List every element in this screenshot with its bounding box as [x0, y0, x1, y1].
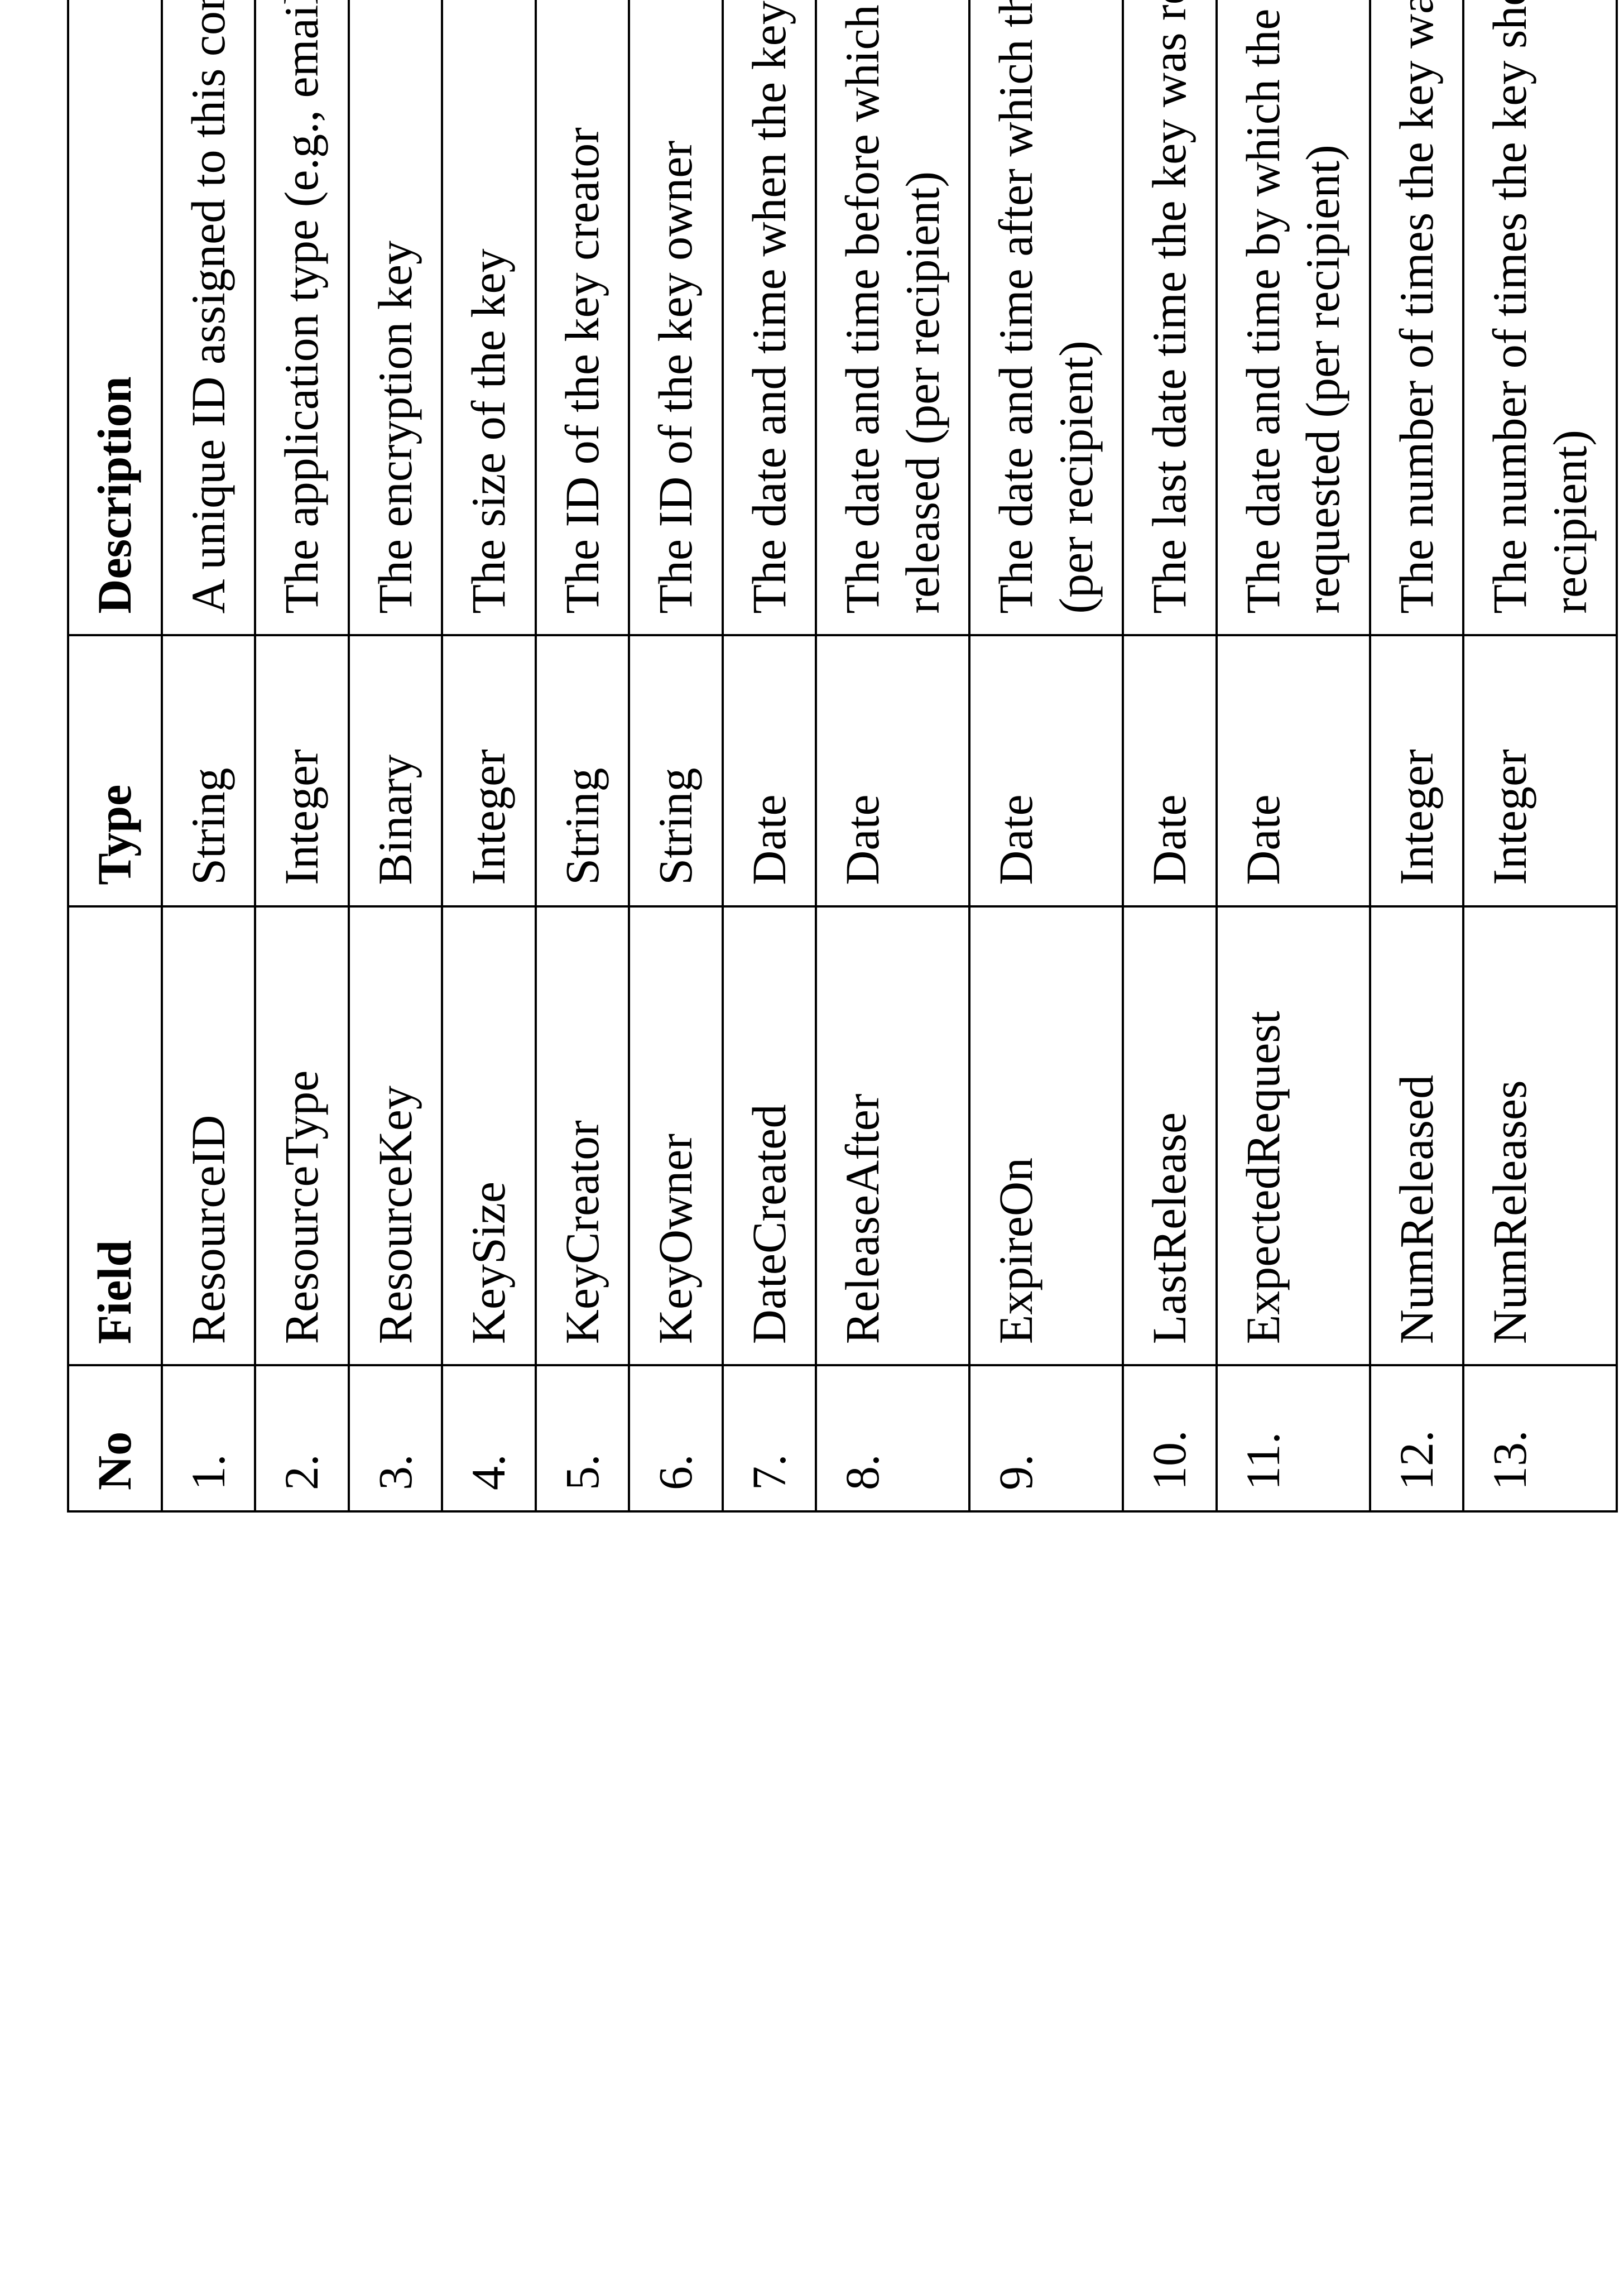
- table-row: 8. ReleaseAfter Date The date and time b…: [816, 0, 969, 1511]
- header-description: Description: [68, 0, 162, 635]
- cell-no: 5.: [536, 1365, 630, 1511]
- cell-description: The ID of the key creator: [536, 0, 630, 635]
- cell-description: A unique ID assigned to this communicati…: [162, 0, 256, 635]
- cell-no: 4.: [442, 1365, 536, 1511]
- table-row: 1. ResourceID String A unique ID assigne…: [162, 0, 256, 1511]
- table-row: 6. KeyOwner String The ID of the key own…: [629, 0, 723, 1511]
- table-row: 7. DateCreated Date The date and time wh…: [723, 0, 816, 1511]
- cell-no: 11.: [1217, 1365, 1370, 1511]
- cell-type: String: [536, 635, 630, 906]
- cell-field: ResourceKey: [349, 906, 443, 1366]
- cell-no: 9.: [969, 1365, 1123, 1511]
- table-row: 4. KeySize Integer The size of the key: [442, 0, 536, 1511]
- header-no: No: [68, 1365, 162, 1511]
- cell-type: Integer: [1463, 635, 1617, 906]
- cell-description: The number of times the key was released…: [1370, 0, 1464, 635]
- cell-description: The ID of the key owner: [629, 0, 723, 635]
- cell-type: String: [162, 635, 256, 906]
- cell-field: NumReleased: [1370, 906, 1464, 1366]
- table-row: 9. ExpireOn Date The date and time after…: [969, 0, 1123, 1511]
- cell-no: 6.: [629, 1365, 723, 1511]
- table-row: 2. ResourceType Integer The application …: [255, 0, 349, 1511]
- cell-description: The application type (e.g., email, insta…: [255, 0, 349, 635]
- cell-description: The size of the key: [442, 0, 536, 635]
- table-header-row: No Field Type Description: [68, 0, 162, 1511]
- cell-type: Integer: [442, 635, 536, 906]
- cell-type: Integer: [255, 635, 349, 906]
- cell-no: 8.: [816, 1365, 969, 1511]
- cell-type: Date: [969, 635, 1123, 906]
- cell-no: 7.: [723, 1365, 816, 1511]
- cell-field: ReleaseAfter: [816, 906, 969, 1366]
- cell-field: DateCreated: [723, 906, 816, 1366]
- cell-type: Date: [1123, 635, 1217, 906]
- cell-field: KeyOwner: [629, 906, 723, 1366]
- fields-table: No Field Type Description 1. ResourceID …: [67, 0, 1618, 1513]
- cell-field: LastRelease: [1123, 906, 1217, 1366]
- cell-type: Date: [723, 635, 816, 906]
- cell-description: The date and time before which the key s…: [816, 0, 969, 635]
- table-row: 5. KeyCreator String The ID of the key c…: [536, 0, 630, 1511]
- cell-field: ExpectedRequest: [1217, 906, 1370, 1366]
- cell-description: The date and time after which the key sh…: [969, 0, 1123, 635]
- cell-field: ResourceType: [255, 906, 349, 1366]
- cell-field: KeyCreator: [536, 906, 630, 1366]
- cell-type: Binary: [349, 635, 443, 906]
- cell-type: Integer: [1370, 635, 1464, 906]
- table-row: 11. ExpectedRequest Date The date and ti…: [1217, 0, 1370, 1511]
- cell-no: 13.: [1463, 1365, 1617, 1511]
- header-type: Type: [68, 635, 162, 906]
- table-row: 10. LastRelease Date The last date time …: [1123, 0, 1217, 1511]
- cell-field: KeySize: [442, 906, 536, 1366]
- header-field: Field: [68, 906, 162, 1366]
- cell-field: ExpireOn: [969, 906, 1123, 1366]
- cell-description: The date and time when the key was creat…: [723, 0, 816, 635]
- cell-description: The encryption key: [349, 0, 443, 635]
- cell-description: The date and time by which the key is ex…: [1217, 0, 1370, 635]
- cell-field: NumReleases: [1463, 906, 1617, 1366]
- cell-type: Date: [1217, 635, 1370, 906]
- cell-no: 3.: [349, 1365, 443, 1511]
- table-row: 13. NumReleases Integer The number of ti…: [1463, 0, 1617, 1511]
- cell-no: 12.: [1370, 1365, 1464, 1511]
- cell-type: Date: [816, 635, 969, 906]
- table-row: 3. ResourceKey Binary The encryption key: [349, 0, 443, 1511]
- cell-field: ResourceID: [162, 906, 256, 1366]
- cell-description: The number of times the key should be re…: [1463, 0, 1617, 635]
- table-row: 12. NumReleased Integer The number of ti…: [1370, 0, 1464, 1511]
- cell-no: 1.: [162, 1365, 256, 1511]
- cell-no: 2.: [255, 1365, 349, 1511]
- cell-description: The last date time the key was released …: [1123, 0, 1217, 635]
- cell-no: 10.: [1123, 1365, 1217, 1511]
- cell-type: String: [629, 635, 723, 906]
